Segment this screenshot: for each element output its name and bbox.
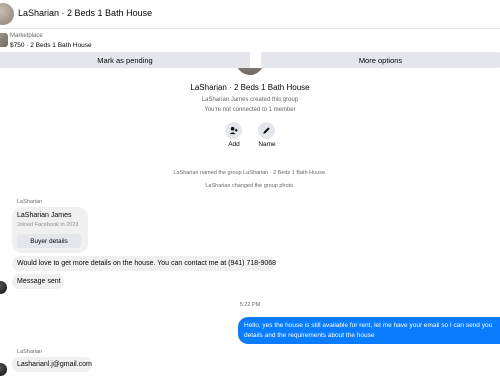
incoming-message[interactable]: Lasharianl.j@gmail.com (12, 357, 92, 372)
pencil-icon (263, 127, 270, 134)
listing-source: Marketplace (10, 33, 43, 39)
group-photo (236, 68, 264, 75)
profile-card: LaSharian James Joined Facebook in 2023 … (12, 207, 88, 253)
group-name: LaSharian · 2 Beds 1 Bath House (190, 83, 310, 92)
chat-header: LaSharian · 2 Beds 1 Bath House (0, 0, 500, 29)
more-options-button[interactable]: More options (261, 52, 500, 68)
buyer-details-button[interactable]: Buyer details (17, 234, 81, 248)
message-timestamp: 5:22 PM (239, 302, 261, 308)
sender-avatar[interactable] (0, 363, 7, 376)
sender-name: LaSharian (17, 349, 43, 355)
profile-joined: Joined Facebook in 2023 (17, 222, 79, 228)
group-avatar[interactable] (0, 3, 14, 25)
add-member-button[interactable] (225, 122, 242, 139)
message-thread[interactable]: LaSharian · 2 Beds 1 Bath House LaSharia… (0, 68, 500, 384)
incoming-message[interactable]: Message sent (12, 274, 64, 289)
add-label: Add (228, 141, 240, 148)
group-created-text: LaSharian James created this group (201, 97, 299, 103)
outgoing-message[interactable]: Hello, yes the house is still available … (238, 317, 500, 344)
name-label: Name (258, 141, 276, 148)
listing-price-title: $750 · 2 Beds 1 Bath House (10, 42, 92, 49)
system-message: LaSharian changed the group photo. (205, 183, 295, 189)
chat-title[interactable]: LaSharian · 2 Beds 1 Bath House (18, 8, 152, 18)
name-group-button[interactable] (258, 122, 275, 139)
listing-thumbnail[interactable] (0, 33, 8, 47)
system-message: LaSharian named the group LaSharian · 2 … (173, 170, 327, 176)
sender-name: LaSharian (17, 199, 43, 205)
sender-avatar[interactable] (0, 281, 7, 294)
listing-actions: Mark as pending More options (0, 52, 500, 68)
marketplace-listing-banner[interactable]: Marketplace $750 · 2 Beds 1 Bath House (0, 30, 500, 52)
mark-as-pending-button[interactable]: Mark as pending (0, 52, 250, 68)
incoming-message[interactable]: Would love to get more details on the ho… (12, 256, 276, 271)
add-person-icon (229, 126, 238, 135)
group-connection-text: You're not connected to 1 member (204, 107, 296, 113)
profile-name[interactable]: LaSharian James (17, 212, 71, 219)
